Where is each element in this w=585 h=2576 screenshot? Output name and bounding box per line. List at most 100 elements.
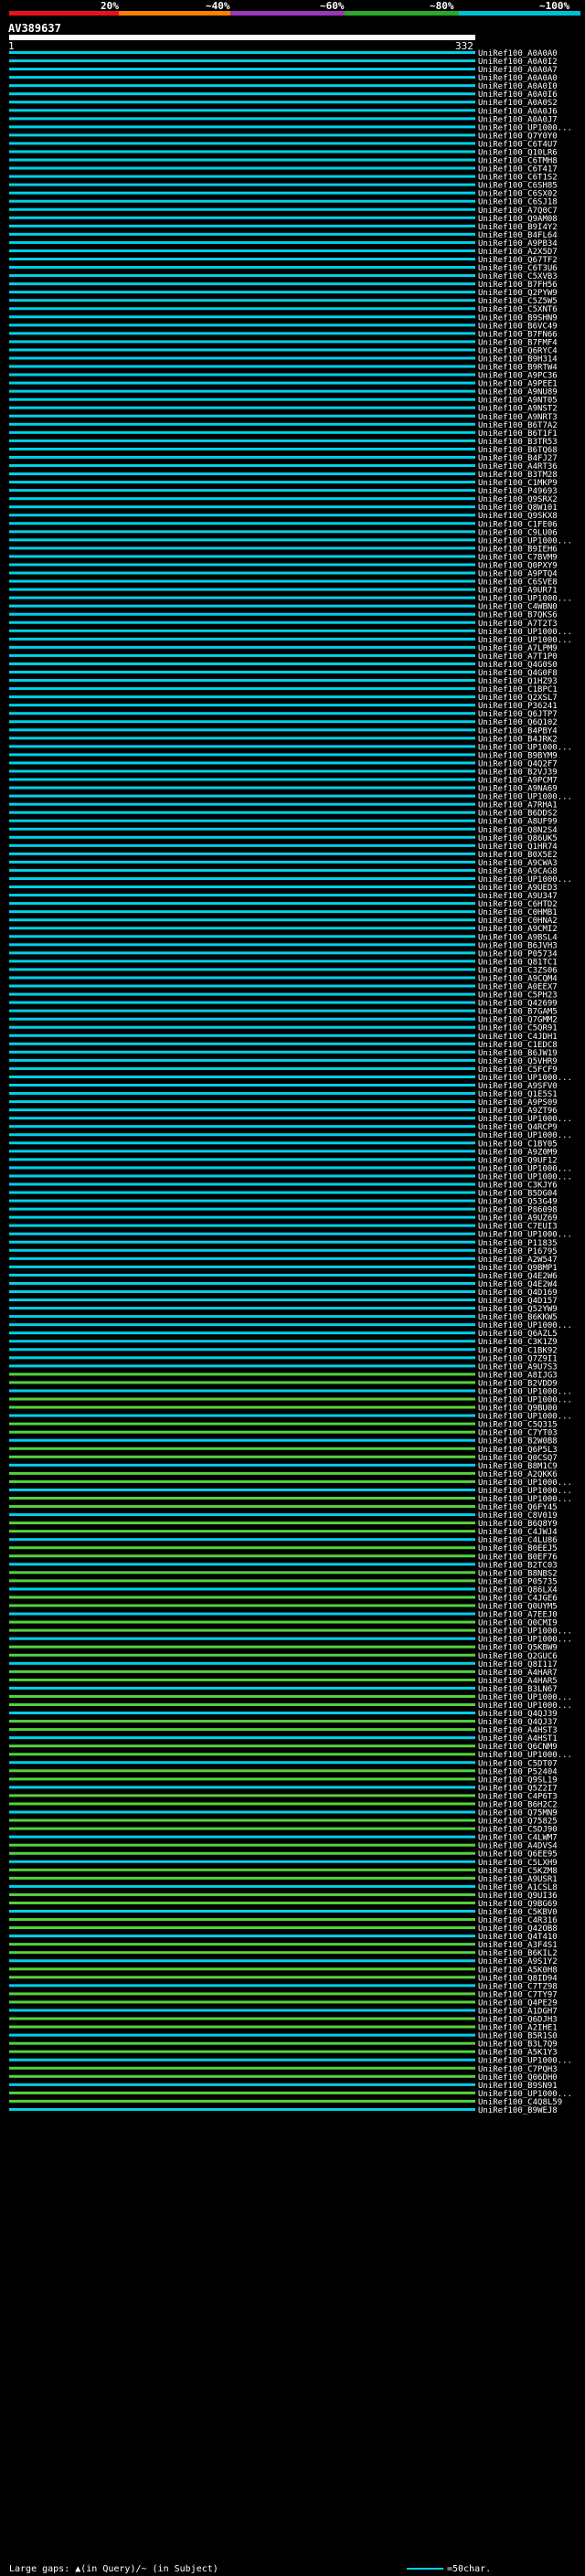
hit-row[interactable]: UniRef100_Q86LX4 bbox=[9, 1585, 558, 1595]
hit-row[interactable]: UniRef100_Q7GMM2 bbox=[9, 1016, 558, 1025]
hit-row[interactable]: UniRef100_C5XNT6 bbox=[9, 305, 558, 314]
hit-row[interactable]: UniRef100_C7BVM9 bbox=[9, 553, 558, 562]
hit-row[interactable]: UniRef100_C0HNA2 bbox=[9, 917, 558, 926]
hit-row[interactable]: UniRef100_C6T1S2 bbox=[9, 174, 558, 183]
hit-row[interactable]: UniRef100_Q5KBW9 bbox=[9, 1644, 558, 1653]
hit-row[interactable]: UniRef100_B6JW19 bbox=[9, 1049, 558, 1058]
hit-row[interactable]: UniRef100_Q6P5L3 bbox=[9, 1446, 558, 1455]
hit-row[interactable]: UniRef100_Q6CNM9 bbox=[9, 1743, 558, 1752]
hit-row[interactable]: UniRef100_C5PH23 bbox=[9, 991, 558, 1001]
hit-row[interactable]: UniRef100_A9PTQ4 bbox=[9, 570, 558, 579]
hit-row[interactable]: UniRef100_C6T4U7 bbox=[9, 140, 558, 149]
hit-row[interactable]: UniRef100_Q42699 bbox=[9, 1000, 558, 1009]
hit-row[interactable]: UniRef100_B7FH56 bbox=[9, 281, 558, 290]
hit-row[interactable]: UniRef100_Q4E2W4 bbox=[9, 1280, 558, 1289]
hit-row[interactable]: UniRef100_Q9BMP1 bbox=[9, 1264, 558, 1273]
hit-row[interactable]: UniRef100_Q8W101 bbox=[9, 504, 558, 513]
hit-row[interactable]: UniRef100_A9SFV0 bbox=[9, 1082, 558, 1091]
hit-row[interactable]: UniRef100_C4JWJ4 bbox=[9, 1528, 558, 1537]
hit-row[interactable]: UniRef100_Q2GUC6 bbox=[9, 1652, 558, 1661]
hit-row[interactable]: UniRef100_A2QKK6 bbox=[9, 1470, 558, 1479]
hit-row[interactable]: UniRef100_B5DG04 bbox=[9, 1190, 558, 1199]
hit-row[interactable]: UniRef100_Q4T410 bbox=[9, 1933, 558, 1942]
hit-row[interactable]: UniRef100_P86098 bbox=[9, 1206, 558, 1215]
hit-row[interactable]: UniRef100_B4FL64 bbox=[9, 231, 558, 240]
hit-row[interactable]: UniRef100_C5DT07 bbox=[9, 1759, 558, 1768]
hit-row[interactable]: UniRef100_A4HAR7 bbox=[9, 1669, 558, 1678]
hit-row[interactable]: UniRef100_Q8ID94 bbox=[9, 1974, 558, 1983]
hit-row[interactable]: UniRef100_A1CSL8 bbox=[9, 1883, 558, 1892]
hit-row[interactable]: UniRef100_C5XVB3 bbox=[9, 272, 558, 281]
hit-row[interactable]: UniRef100_C7TY97 bbox=[9, 1990, 558, 1999]
hit-row[interactable]: UniRef100_A7Q0C7 bbox=[9, 207, 558, 216]
hit-row[interactable]: UniRef100_B7GAM5 bbox=[9, 1008, 558, 1017]
hit-row[interactable]: UniRef100_B8M1C9 bbox=[9, 1462, 558, 1471]
hit-row[interactable]: UniRef100_Q9BG69 bbox=[9, 1900, 558, 1909]
hit-row[interactable]: UniRef100_A9UZ69 bbox=[9, 1214, 558, 1224]
hit-row[interactable]: UniRef100_C5QR91 bbox=[9, 1024, 558, 1034]
hit-row[interactable]: UniRef100_B3TR53 bbox=[9, 438, 558, 447]
hit-row[interactable]: UniRef100_Q9SKX8 bbox=[9, 512, 558, 521]
hit-row[interactable]: UniRef100_Q81TC1 bbox=[9, 958, 558, 967]
hit-row[interactable]: UniRef100_C6T417 bbox=[9, 165, 558, 175]
hit-row[interactable]: UniRef100_Q6RYC4 bbox=[9, 346, 558, 355]
hit-row[interactable]: UniRef100_B3TM28 bbox=[9, 471, 558, 480]
hit-row[interactable]: UniRef100_A2IHE1 bbox=[9, 2024, 558, 2033]
hit-row[interactable]: UniRef100_C6TMH8 bbox=[9, 157, 558, 166]
hit-row[interactable]: UniRef100_A9ZT96 bbox=[9, 1107, 558, 1116]
hit-row[interactable]: UniRef100_B7QKS6 bbox=[9, 611, 558, 620]
hit-row[interactable]: UniRef100_C1BK92 bbox=[9, 1346, 558, 1355]
hit-row[interactable]: UniRef100_C1EDC8 bbox=[9, 1041, 558, 1050]
hit-row[interactable]: UniRef100_A5K1Y3 bbox=[9, 2049, 558, 2058]
hit-row[interactable]: UniRef100_A9BSL4 bbox=[9, 933, 558, 942]
hit-row[interactable]: UniRef100_Q1HZ93 bbox=[9, 677, 558, 686]
hit-row[interactable]: UniRef100_Q4Q2F7 bbox=[9, 759, 558, 769]
hit-row[interactable]: UniRef100_Q6AZL5 bbox=[9, 1330, 558, 1339]
hit-row[interactable]: UniRef100_Q0CMI9 bbox=[9, 1619, 558, 1628]
hit-row[interactable]: UniRef100_A9CMI2 bbox=[9, 925, 558, 934]
hit-row[interactable]: UniRef100_C5Z5W5 bbox=[9, 297, 558, 306]
hit-row[interactable]: UniRef100_A9NRT3 bbox=[9, 413, 558, 422]
hit-row[interactable]: UniRef100_C5KZM8 bbox=[9, 1867, 558, 1876]
hit-row[interactable]: UniRef100_C7EUI3 bbox=[9, 1223, 558, 1232]
hit-row[interactable]: UniRef100_B6Q8Y9 bbox=[9, 1520, 558, 1529]
hit-row[interactable]: UniRef100_Q9AM08 bbox=[9, 215, 558, 224]
hit-row[interactable]: UniRef100_Q6Q102 bbox=[9, 718, 558, 727]
hit-row[interactable]: UniRef100_B2TC03 bbox=[9, 1561, 558, 1570]
hit-row[interactable]: UniRef100_C5DJ90 bbox=[9, 1826, 558, 1835]
hit-row[interactable]: UniRef100_C4R316 bbox=[9, 1916, 558, 1925]
hit-row[interactable]: UniRef100_Q67TF2 bbox=[9, 256, 558, 265]
hit-row[interactable]: UniRef100_P36241 bbox=[9, 702, 558, 711]
hit-row[interactable]: UniRef100_B6JVH3 bbox=[9, 941, 558, 950]
hit-row[interactable]: UniRef100_B0X5E2 bbox=[9, 851, 558, 860]
hit-row[interactable]: UniRef100_B6KKW5 bbox=[9, 1313, 558, 1322]
hit-row[interactable]: UniRef100_Q52YW9 bbox=[9, 1305, 558, 1314]
hit-row[interactable]: UniRef100_Q53G49 bbox=[9, 1198, 558, 1207]
hit-row[interactable]: UniRef100_A9U347 bbox=[9, 892, 558, 901]
hit-row[interactable]: UniRef100_Q4G0S0 bbox=[9, 661, 558, 670]
hit-row[interactable]: UniRef100_B3L7Q9 bbox=[9, 2041, 558, 2050]
hit-row[interactable]: UniRef100_C9LU06 bbox=[9, 528, 558, 537]
hit-row[interactable]: UniRef100_C3ZS06 bbox=[9, 966, 558, 975]
hit-row[interactable]: UniRef100_A1DGH7 bbox=[9, 2007, 558, 2016]
hit-row[interactable]: UniRef100_A8UF99 bbox=[9, 818, 558, 827]
hit-row[interactable]: UniRef100_Q2PYW9 bbox=[9, 289, 558, 298]
hit-row[interactable]: UniRef100_A3F4S1 bbox=[9, 1941, 558, 1950]
hit-row[interactable]: UniRef100_A0A0A0 bbox=[9, 49, 558, 58]
hit-row[interactable]: UniRef100_A0A0I6 bbox=[9, 90, 558, 100]
hit-row[interactable]: UniRef100_A9PEE1 bbox=[9, 380, 558, 389]
hit-row[interactable]: UniRef100_P05734 bbox=[9, 949, 558, 959]
hit-row[interactable]: UniRef100_C4LU86 bbox=[9, 1536, 558, 1545]
hit-row[interactable]: UniRef100_Q9SL19 bbox=[9, 1776, 558, 1785]
hit-row[interactable]: UniRef100_A9NA69 bbox=[9, 785, 558, 794]
hit-row[interactable]: UniRef100_B0EF76 bbox=[9, 1553, 558, 1562]
hit-row[interactable]: UniRef100_Q4D157 bbox=[9, 1297, 558, 1306]
hit-row[interactable]: UniRef100_Q9SRX2 bbox=[9, 495, 558, 504]
hit-row[interactable]: UniRef100_Q10LR6 bbox=[9, 148, 558, 157]
hit-row[interactable]: UniRef100_Q0CSQ7 bbox=[9, 1454, 558, 1463]
hit-row[interactable]: UniRef100_A0EEX7 bbox=[9, 983, 558, 992]
hit-row[interactable]: UniRef100_B4PBY4 bbox=[9, 726, 558, 736]
hit-row[interactable]: UniRef100_P16795 bbox=[9, 1247, 558, 1256]
hit-row[interactable]: UniRef100_Q75825 bbox=[9, 1818, 558, 1827]
hit-row[interactable]: UniRef100_P49693 bbox=[9, 487, 558, 496]
